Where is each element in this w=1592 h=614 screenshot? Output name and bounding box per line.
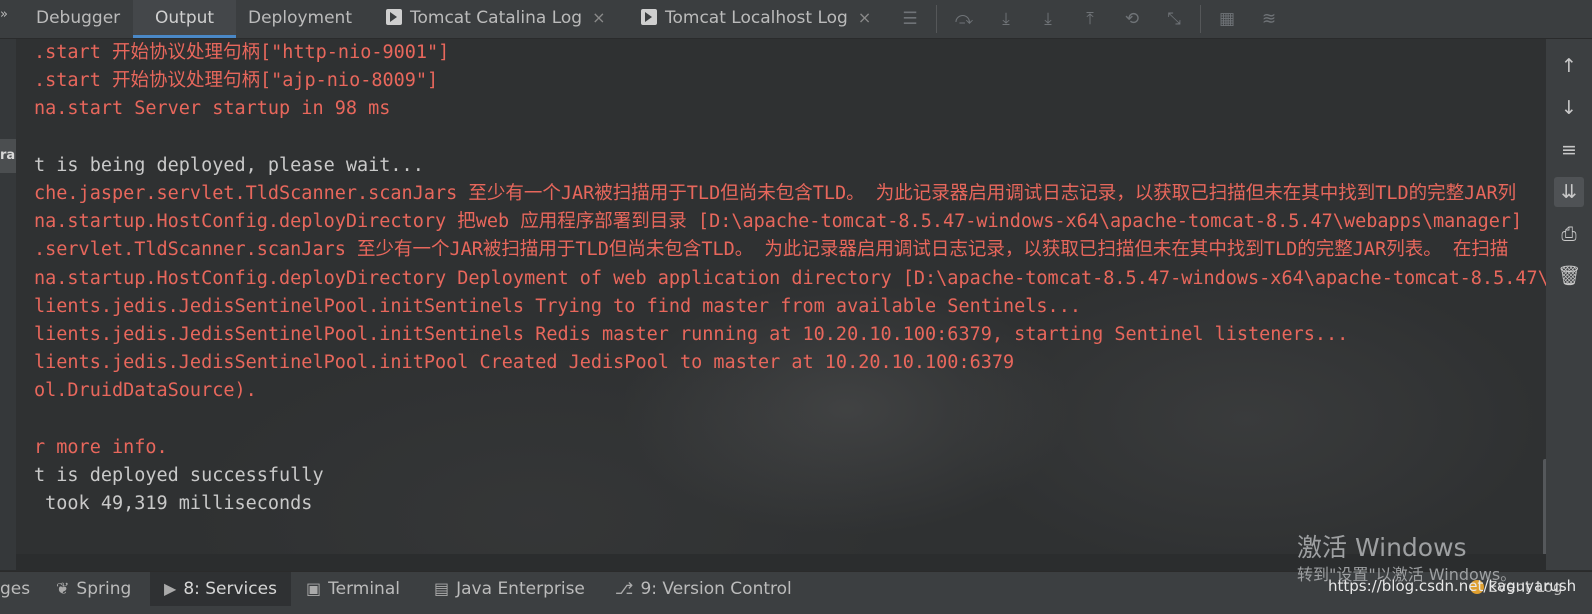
scroll-up-icon[interactable]: ↑ <box>1554 51 1584 81</box>
tool-window-tab-bar: » Debugger Output Deployment Tomcat Cata… <box>0 0 1592 39</box>
menu-lines-icon[interactable]: ☰ <box>899 8 921 30</box>
step-out-icon[interactable]: ⤒ <box>1079 8 1101 30</box>
java-enterprise-icon: ▤ <box>434 579 450 598</box>
log-line: .start 开始协议处理句柄["http-nio-9001"] <box>34 42 450 63</box>
console-output[interactable]: .start 开始协议处理句柄["http-nio-9001"] .start 开… <box>16 39 1546 554</box>
tab-tomcat-catalina-log-label: Tomcat Catalina Log <box>410 8 583 28</box>
trace-stream-icon[interactable]: ≋ <box>1258 8 1280 30</box>
tab-messages[interactable]: ges <box>0 572 30 606</box>
log-line: t is deployed successfully <box>34 465 324 486</box>
trash-icon[interactable]: 🗑 <box>1554 261 1584 291</box>
tab-services-label: 8: Services <box>183 579 277 599</box>
windows-activation-title: 激活 Windows <box>1297 533 1467 562</box>
tab-tomcat-localhost-log[interactable]: Tomcat Localhost Log × <box>641 0 871 38</box>
tab-messages-label: ges <box>0 579 31 599</box>
services-run-icon: ▶ <box>164 579 177 598</box>
csdn-watermark: https://blog.csdn.net/kaguyarush <box>1328 577 1577 595</box>
tab-output-label: Output <box>155 8 215 28</box>
log-line: na.start Server startup in 98 ms <box>34 98 391 120</box>
spring-leaf-icon: ❦ <box>56 579 70 598</box>
toolbar-separator <box>936 5 937 33</box>
scroll-to-end-icon[interactable]: ⇊ <box>1554 177 1584 207</box>
log-line: na.startup.HostConfig.deployDirectory De… <box>34 267 1546 289</box>
tab-tomcat-catalina-log[interactable]: Tomcat Catalina Log × <box>386 0 605 38</box>
tab-deployment-label: Deployment <box>248 8 352 28</box>
tab-output[interactable]: Output <box>133 0 237 38</box>
log-line: ol.DruidDataSource). <box>34 380 257 402</box>
evaluate-expression-icon[interactable]: ▦ <box>1216 8 1238 30</box>
force-step-into-icon[interactable]: ⤓ <box>1037 8 1059 30</box>
left-gutter: ra <box>0 39 16 570</box>
log-line: lients.jedis.JedisSentinelPool.initPool … <box>34 352 1015 374</box>
version-control-icon: ⎇ <box>615 579 634 598</box>
tab-terminal[interactable]: ▣ Terminal <box>306 572 400 606</box>
tab-deployment[interactable]: Deployment <box>248 0 352 38</box>
tab-services[interactable]: ▶ 8: Services <box>150 572 291 606</box>
tab-debugger[interactable]: Debugger <box>36 0 120 38</box>
log-file-icon <box>386 9 402 25</box>
log-line: t is being deployed, please wait... <box>34 154 424 176</box>
tab-debugger-label: Debugger <box>36 8 121 28</box>
tab-java-enterprise[interactable]: ▤ Java Enterprise <box>434 572 585 606</box>
tab-spring[interactable]: ❦ Spring <box>56 572 131 606</box>
soft-wrap-icon[interactable]: ≡ <box>1554 135 1584 165</box>
run-to-cursor-icon[interactable]: ⤡ <box>1163 8 1185 30</box>
log-file-icon <box>641 9 657 25</box>
console-side-toolbar: ↑ ↓ ≡ ⇊ ⎙ 🗑 <box>1546 39 1592 570</box>
log-line: che.jasper.servlet.TldScanner.scanJars 至… <box>34 183 1517 204</box>
step-into-icon[interactable]: ⤓ <box>995 8 1017 30</box>
drop-frame-icon[interactable]: ⟲ <box>1121 8 1143 30</box>
log-line: r more info. <box>34 436 168 458</box>
toolbar-separator <box>1200 5 1201 33</box>
tab-version-control-label: 9: Version Control <box>640 579 792 599</box>
terminal-icon: ▣ <box>306 579 322 598</box>
step-over-icon[interactable]: ⤼ <box>953 8 975 30</box>
tab-terminal-label: Terminal <box>328 579 400 599</box>
scroll-down-icon[interactable]: ↓ <box>1554 93 1584 123</box>
log-line: took 49,319 milliseconds <box>34 493 313 515</box>
close-icon[interactable]: × <box>592 8 605 27</box>
tab-version-control[interactable]: ⎇ 9: Version Control <box>615 572 792 606</box>
log-line: lients.jedis.JedisSentinelPool.initSenti… <box>34 324 1349 345</box>
tab-spring-label: Spring <box>76 579 132 599</box>
log-line: na.startup.HostConfig.deployDirectory 把w… <box>34 211 1523 233</box>
tab-java-enterprise-label: Java Enterprise <box>456 579 585 599</box>
log-line: .start 开始协议处理句柄["ajp-nio-8009"] <box>34 70 439 92</box>
left-gutter-label: ra <box>0 139 16 173</box>
log-line: lients.jedis.JedisSentinelPool.initSenti… <box>34 295 1081 317</box>
print-icon[interactable]: ⎙ <box>1554 219 1584 249</box>
more-tabs-chevron-icon[interactable]: » <box>0 7 8 22</box>
tab-tomcat-localhost-log-label: Tomcat Localhost Log <box>665 8 848 28</box>
log-line: .servlet.TldScanner.scanJars 至少有一个JAR被扫描… <box>34 239 1509 261</box>
close-icon[interactable]: × <box>858 8 871 27</box>
